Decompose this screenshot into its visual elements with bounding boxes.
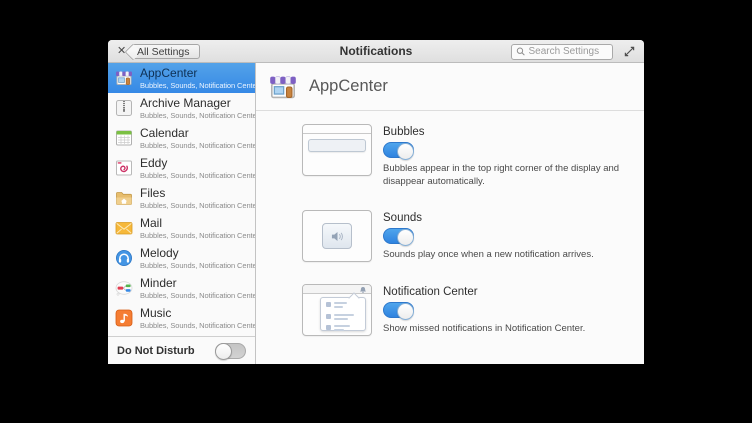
search-icon [516,46,526,57]
sounds-toggle[interactable] [383,228,414,244]
app-title: Mail [140,217,249,229]
do-not-disturb-label: Do Not Disturb [117,345,195,357]
mail-envelope-icon [114,218,134,238]
app-subtitle: Bubbles, Sounds, Notification Center [140,172,249,180]
toggle-knob [397,303,414,320]
sidebar-item-archive-manager[interactable]: Archive Manager Bubbles, Sounds, Notific… [108,93,255,123]
files-folder-icon [114,188,134,208]
notification-list-item [326,314,360,322]
search-input[interactable] [529,46,609,57]
appcenter-storefront-icon-large [267,71,299,103]
app-subtitle: Bubbles, Sounds, Notification Center [140,232,249,240]
app-subtitle: Bubbles, Sounds, Notification Center [140,262,249,270]
sidebar-item-music[interactable]: Music Bubbles, Sounds, Notification Cent… [108,303,255,333]
desktop-stage: { "titlebar": { "close_glyph": "✕", "bac… [0,0,752,423]
illustration-titlebar [303,285,371,294]
app-title: Files [140,187,249,199]
melody-headphones-icon [114,248,134,268]
sidebar-item-eddy[interactable]: Eddy Bubbles, Sounds, Notification Cente… [108,153,255,183]
app-subtitle: Bubbles, Sounds, Notification Center [140,202,249,210]
notification-center-section: Notification Center Show missed notifica… [302,284,644,336]
notification-center-illustration [302,284,372,336]
bubbles-section: Bubbles Bubbles appear in the top right … [302,124,644,188]
sounds-section: Sounds Sounds play once when a new notif… [302,210,644,262]
speaker-icon [330,230,345,243]
notification-center-title: Notification Center [383,286,623,298]
sounds-description: Sounds play once when a new notification… [383,249,623,262]
notification-center-toggle[interactable] [383,302,414,318]
calendar-icon [114,128,134,148]
app-subtitle: Bubbles, Sounds, Notification Center [140,322,249,330]
notification-list-item [326,302,360,310]
app-title: AppCenter [140,67,249,79]
sidebar-item-files[interactable]: Files Bubbles, Sounds, Notification Cent… [108,183,255,213]
app-subtitle: Bubbles, Sounds, Notification Center [140,142,249,150]
bubbles-toggle[interactable] [383,142,414,158]
app-subtitle: Bubbles, Sounds, Notification Center [140,112,249,120]
app-title: Eddy [140,157,249,169]
toggle-knob [397,143,414,160]
app-title: Melody [140,247,249,259]
app-subtitle: Bubbles, Sounds, Notification Center [140,292,249,300]
speaker-button-shape [322,223,352,249]
titlebar[interactable]: ✕ All Settings Notifications [108,40,644,63]
app-title: Archive Manager [140,97,249,109]
sidebar-item-appcenter[interactable]: AppCenter Bubbles, Sounds, Notification … [108,63,255,93]
main-panel: AppCenter Bubbles Bubbles appear in the … [256,63,644,364]
settings-window: ✕ All Settings Notifications AppCenter [108,40,644,364]
bubbles-description: Bubbles appear in the top right corner o… [383,163,623,188]
toggle-knob [215,343,232,360]
settings-content: Bubbles Bubbles appear in the top right … [256,111,644,358]
illustration-titlebar [303,125,371,134]
notification-list-popover [320,297,366,331]
sidebar-item-mail[interactable]: Mail Bubbles, Sounds, Notification Cente… [108,213,255,243]
minder-mindmap-icon [114,278,134,298]
toggle-knob [397,229,414,246]
sounds-illustration [302,210,372,262]
app-header: AppCenter [256,63,644,111]
notification-bubble-shape [308,139,366,152]
music-note-icon [114,308,134,328]
eddy-package-icon [114,158,134,178]
notification-center-description: Show missed notifications in Notificatio… [383,323,623,336]
app-page-title: AppCenter [309,77,388,96]
bubbles-illustration [302,124,372,176]
bell-icon [359,286,367,294]
do-not-disturb-row: Do Not Disturb [108,336,255,364]
sidebar-item-calendar[interactable]: Calendar Bubbles, Sounds, Notification C… [108,123,255,153]
sounds-title: Sounds [383,212,623,224]
maximize-icon[interactable] [623,45,636,58]
search-settings-field[interactable] [511,44,613,60]
bubbles-title: Bubbles [383,126,623,138]
do-not-disturb-toggle[interactable] [215,343,246,359]
appcenter-storefront-icon [114,68,134,88]
app-sidebar: AppCenter Bubbles, Sounds, Notification … [108,63,256,364]
app-list: AppCenter Bubbles, Sounds, Notification … [108,63,255,336]
app-subtitle: Bubbles, Sounds, Notification Center [140,82,249,90]
app-title: Calendar [140,127,249,139]
archive-zip-icon [114,98,134,118]
sidebar-item-minder[interactable]: Minder Bubbles, Sounds, Notification Cen… [108,273,255,303]
app-title: Minder [140,277,249,289]
app-title: Music [140,307,249,319]
sidebar-item-melody[interactable]: Melody Bubbles, Sounds, Notification Cen… [108,243,255,273]
notification-list-item [326,325,360,333]
